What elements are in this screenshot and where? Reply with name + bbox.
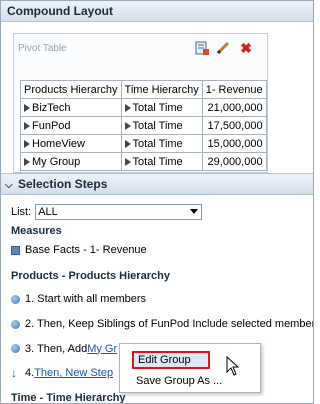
list-selected-value: ALL	[38, 206, 58, 218]
header-revenue: 1- Revenue	[201, 80, 267, 99]
revenue-cell: 29,000,000	[201, 152, 267, 171]
step-bullet-icon	[11, 319, 20, 329]
pivot-table-view: Pivot Table ✖ Products Hierarchy Time Hi…	[13, 33, 268, 173]
window: Compound Layout Pivot Table ✖ Products H…	[0, 0, 314, 404]
measure-icon	[11, 245, 20, 255]
measures-item-label: Base Facts - 1- Revenue	[25, 244, 147, 256]
step-bullet-icon	[11, 294, 20, 304]
product-cell: My Group	[32, 155, 81, 168]
revenue-cell: 15,000,000	[201, 134, 267, 153]
table-row: FunPod Total Time 17,500,000	[20, 116, 267, 135]
products-heading: Products - Products Hierarchy	[11, 270, 170, 282]
step-3-link[interactable]: My Gr	[87, 343, 117, 355]
arrow-down-icon: ↓	[11, 366, 17, 380]
pivot-table-title: Pivot Table	[18, 43, 67, 54]
menu-item-save-group-as[interactable]: Save Group As ...	[136, 375, 222, 387]
time-heading: Time - Time Hierarchy	[11, 392, 126, 404]
collapse-icon[interactable]: ⌵	[5, 180, 15, 191]
properties-icon[interactable]	[194, 40, 210, 56]
expand-icon[interactable]	[24, 139, 30, 148]
product-cell: BizTech	[32, 101, 71, 114]
edit-icon[interactable]	[215, 40, 231, 56]
new-step-link[interactable]: Then, New Step	[34, 367, 113, 379]
table-row: BizTech Total Time 21,000,000	[20, 98, 267, 117]
expand-icon[interactable]	[24, 103, 30, 112]
list-label: List:	[11, 206, 32, 218]
header-time: Time Hierarchy	[120, 80, 203, 99]
product-cell: HomeView	[32, 137, 85, 150]
expand-icon[interactable]	[124, 139, 131, 148]
step-2-label: 2. Then, Keep Siblings of FunPod Include…	[25, 318, 314, 330]
product-cell: FunPod	[32, 119, 71, 132]
selection-steps-title: Selection Steps	[18, 177, 108, 191]
list-filter-row: List: ALL	[11, 204, 203, 220]
menu-item-edit-group[interactable]: Edit Group	[132, 351, 210, 369]
table-row: My Group Total Time 29,000,000	[20, 152, 267, 171]
mouse-cursor-icon	[226, 356, 240, 376]
time-cell: Total Time	[132, 119, 183, 132]
step-1[interactable]: 1. Start with all members	[11, 293, 146, 305]
step-3-label: 3. Then, Add	[25, 342, 88, 355]
table-row: HomeView Total Time 15,000,000	[20, 134, 267, 153]
expand-icon[interactable]	[124, 103, 131, 112]
revenue-cell: 17,500,000	[201, 116, 267, 135]
compound-layout-header: Compound Layout	[1, 1, 313, 22]
compound-layout-title: Compound Layout	[7, 4, 113, 18]
revenue-cell: 21,000,000	[201, 98, 267, 117]
header-products: Products Hierarchy	[20, 80, 122, 99]
expand-icon[interactable]	[124, 121, 131, 130]
pivot-header-row: Products Hierarchy Time Hierarchy 1- Rev…	[20, 80, 267, 99]
expand-icon[interactable]	[124, 157, 131, 166]
delete-icon[interactable]: ✖	[238, 40, 254, 56]
measures-item: Base Facts - 1- Revenue	[11, 244, 147, 256]
step-1-label: 1. Start with all members	[25, 293, 147, 305]
measures-heading: Measures	[11, 225, 62, 237]
time-cell: Total Time	[132, 155, 183, 168]
list-select[interactable]: ALL	[35, 204, 203, 220]
step-4[interactable]: ↓ 4. Then, New Step	[11, 366, 113, 380]
time-cell: Total Time	[132, 101, 183, 114]
expand-icon[interactable]	[24, 121, 30, 130]
step-2[interactable]: 2. Then, Keep Siblings of FunPod Include…	[11, 318, 314, 330]
pivot-table: Products Hierarchy Time Hierarchy 1- Rev…	[20, 80, 267, 171]
expand-icon[interactable]	[24, 157, 30, 166]
time-cell: Total Time	[132, 137, 183, 150]
step-4-number: 4.	[25, 367, 35, 379]
chevron-down-icon[interactable]	[190, 209, 199, 214]
step-bullet-icon	[11, 344, 20, 353]
selection-steps-header[interactable]: ⌵ Selection Steps	[1, 173, 313, 195]
